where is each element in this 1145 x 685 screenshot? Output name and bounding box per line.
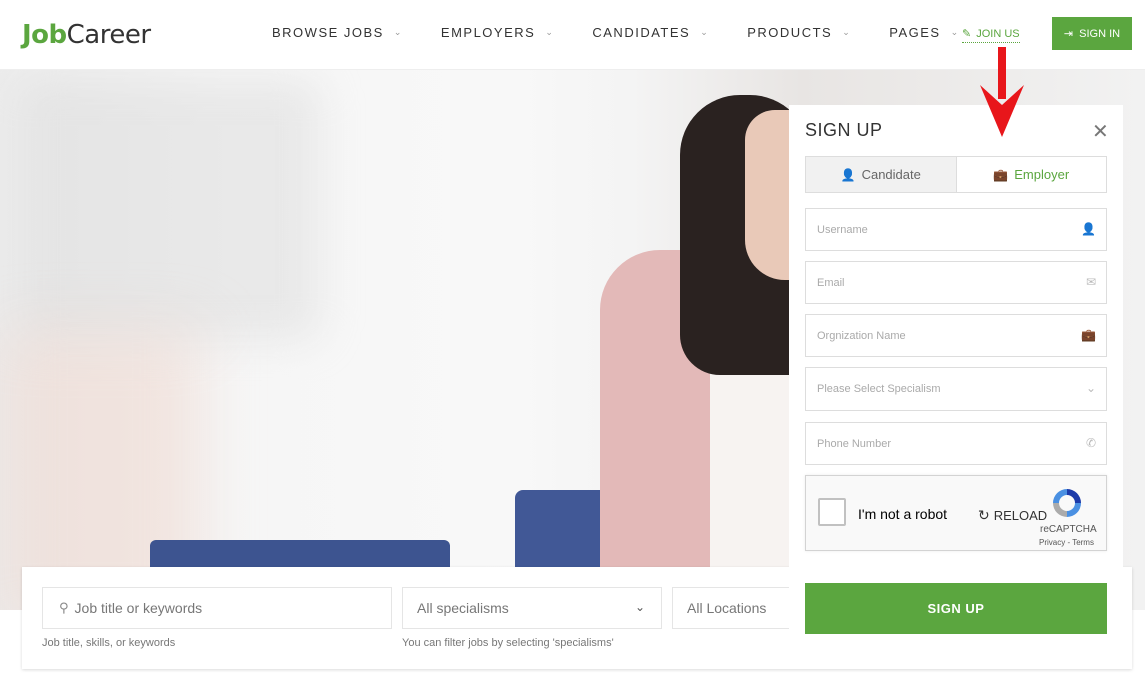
specialism-hint: You can filter jobs by selecting 'specia… [402,637,614,649]
site-header: JobCareer BROWSE JOBS ⌄ EMPLOYERS ⌄ CANDID… [0,0,1145,70]
nav-label: PRODUCTS [747,25,833,40]
nav-pages[interactable]: PAGES ⌄ [889,25,959,40]
organization-field[interactable]: Orgnization Name 💼 [805,314,1107,357]
location-value: All Locations [687,600,767,616]
close-icon[interactable]: ✕ [1092,119,1109,144]
specialism-field[interactable]: Please Select Specialism ⌄ [805,367,1107,411]
hero-blur-shape [20,80,320,340]
tab-employer[interactable]: 💼 Employer [956,157,1106,192]
user-icon: 👤 [1081,222,1096,236]
recaptcha-brand: reCAPTCHA [1040,524,1097,535]
chevron-down-icon: ⌄ [1085,381,1096,395]
recaptcha-checkbox[interactable] [818,498,846,526]
pencil-icon: ✎ [962,28,972,40]
reload-label: RELOAD [993,508,1048,523]
sign-in-icon: ⇥ [1063,28,1074,40]
nav-label: BROWSE JOBS [272,25,384,40]
chevron-down-icon: ⌄ [634,600,645,614]
specialism-select[interactable]: All specialisms ⌄ [402,587,662,629]
sign-up-button[interactable]: SIGN UP [805,583,1107,634]
join-us-link[interactable]: ✎ JOIN US [962,27,1020,43]
nav-candidates[interactable]: CANDIDATES ⌄ [592,25,709,40]
briefcase-icon: 💼 [1081,328,1096,342]
keyword-input[interactable]: ⚲ Job title or keywords [42,587,392,629]
signup-title: SIGN UP [805,120,883,140]
tab-label: Employer [1014,167,1070,182]
sign-in-button[interactable]: ⇥ SIGN IN [1052,17,1132,50]
chevron-down-icon: ⌄ [700,27,710,37]
signup-modal: SIGN UP ✕ 👤 Candidate 💼 Employer Username … [789,105,1123,640]
main-nav: BROWSE JOBS ⌄ EMPLOYERS ⌄ CANDIDATES ⌄ PROD… [272,25,998,40]
logo-job: Job [22,20,67,50]
site-logo[interactable]: JobCareer [22,20,151,50]
recaptcha-label: I'm not a robot [858,506,948,522]
keyword-hint: Job title, skills, or keywords [42,637,176,649]
nav-label: EMPLOYERS [440,25,536,40]
recaptcha-logo-icon [1053,489,1081,517]
chevron-down-icon: ⌄ [393,27,403,37]
envelope-icon: ✉ [1085,275,1096,289]
keyword-placeholder: Job title or keywords [74,600,203,616]
phone-icon: ✆ [1085,436,1096,450]
nav-browse-jobs[interactable]: BROWSE JOBS ⌄ [272,25,403,40]
add-user-icon: 👤 [840,167,856,182]
annotation-arrow-icon [980,47,1024,137]
specialism-value: All specialisms [417,600,509,616]
phone-placeholder: Phone Number [817,437,891,450]
specialism-placeholder: Please Select Specialism [817,383,941,395]
signup-role-tabs: 👤 Candidate 💼 Employer [805,156,1107,193]
chevron-down-icon: ⌄ [842,27,852,37]
briefcase-icon: 💼 [993,167,1009,182]
reload-icon: ↻ [978,507,990,523]
tab-label: Candidate [861,167,921,182]
chevron-down-icon: ⌄ [950,27,960,37]
sign-in-label: SIGN IN [1079,27,1121,40]
nav-products[interactable]: PRODUCTS ⌄ [747,25,851,40]
nav-label: PAGES [889,25,941,40]
logo-career: Career [66,20,151,50]
join-label: JOIN US [976,27,1020,40]
username-placeholder: Username [817,223,868,236]
recaptcha-reload[interactable]: ↻ RELOAD [978,507,1047,524]
chevron-down-icon: ⌄ [545,27,555,37]
email-placeholder: Email [817,276,845,289]
search-icon: ⚲ [59,600,69,615]
organization-placeholder: Orgnization Name [817,329,906,342]
nav-employers[interactable]: EMPLOYERS ⌄ [441,25,554,40]
username-field[interactable]: Username 👤 [805,208,1107,251]
recaptcha-terms-link[interactable]: Privacy - Terms [1039,538,1094,547]
nav-label: CANDIDATES [592,25,691,40]
email-field[interactable]: Email ✉ [805,261,1107,304]
phone-field[interactable]: Phone Number ✆ [805,422,1107,465]
recaptcha-widget: I'm not a robot ↻ RELOAD reCAPTCHA Privac… [805,475,1107,551]
tab-candidate[interactable]: 👤 Candidate [806,157,957,192]
